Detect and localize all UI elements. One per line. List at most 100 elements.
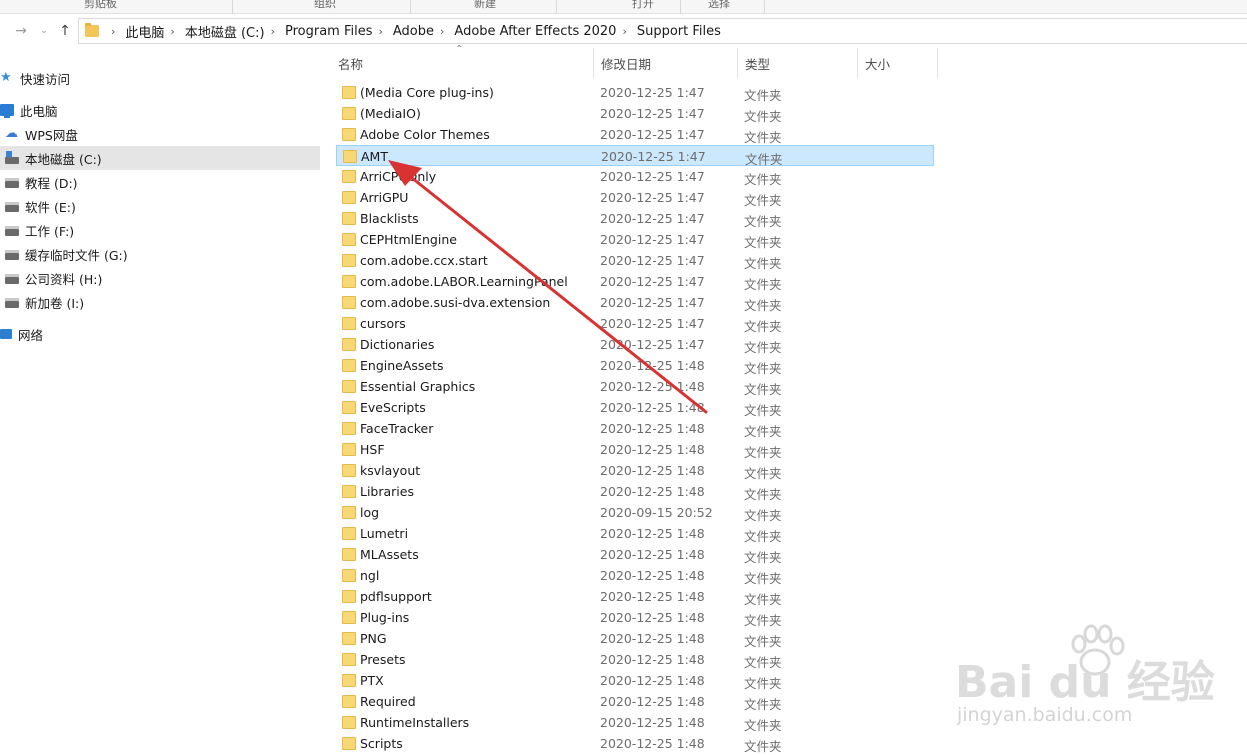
file-name: (Media Core plug-ins) bbox=[360, 85, 494, 100]
file-row[interactable]: CEPHtmlEngine 2020-12-25 1:47 文件夹 bbox=[336, 229, 934, 250]
file-row[interactable]: Dictionaries 2020-12-25 1:47 文件夹 bbox=[336, 334, 934, 355]
sidebar-item-drive-h[interactable]: 公司资料 (H:) bbox=[0, 266, 320, 290]
sidebar-item-wps-cloud[interactable]: ☁ WPS网盘 bbox=[0, 122, 320, 146]
column-header-size[interactable]: 大小 bbox=[858, 48, 938, 78]
chevron-right-icon[interactable]: › bbox=[170, 25, 174, 38]
breadcrumb-adobe[interactable]: Adobe bbox=[393, 24, 434, 39]
ribbon-group-clipboard: 剪贴板 bbox=[84, 0, 117, 10]
file-row[interactable]: FaceTracker 2020-12-25 1:48 文件夹 bbox=[336, 418, 934, 439]
file-type: 文件夹 bbox=[744, 88, 782, 103]
breadcrumb-after-effects[interactable]: Adobe After Effects 2020 bbox=[454, 24, 616, 39]
back-button[interactable]: → bbox=[12, 22, 30, 40]
file-row[interactable]: com.adobe.susi-dva.extension 2020-12-25 1… bbox=[336, 292, 934, 313]
sidebar-item-label: 此电脑 bbox=[20, 103, 58, 119]
folder-icon bbox=[342, 464, 356, 477]
file-row[interactable]: com.adobe.ccx.start 2020-12-25 1:47 文件夹 bbox=[336, 250, 934, 271]
file-row[interactable]: pdflsupport 2020-12-25 1:48 文件夹 bbox=[336, 586, 934, 607]
file-row[interactable]: (MediaIO) 2020-12-25 1:47 文件夹 bbox=[336, 103, 934, 124]
column-header-date[interactable]: 修改日期 bbox=[594, 48, 738, 78]
folder-icon bbox=[85, 23, 99, 37]
file-row[interactable]: Essential Graphics 2020-12-25 1:48 文件夹 bbox=[336, 376, 934, 397]
folder-icon bbox=[342, 737, 356, 750]
file-row[interactable]: Plug-ins 2020-12-25 1:48 文件夹 bbox=[336, 607, 934, 628]
folder-icon bbox=[342, 632, 356, 645]
file-row[interactable]: Scripts 2020-12-25 1:48 文件夹 bbox=[336, 733, 934, 754]
sidebar-item-drive-f[interactable]: 工作 (F:) bbox=[0, 218, 320, 242]
folder-icon bbox=[342, 170, 356, 183]
file-row[interactable]: PNG 2020-12-25 1:48 文件夹 bbox=[336, 628, 934, 649]
file-name: HSF bbox=[360, 442, 385, 457]
drive-icon bbox=[5, 225, 19, 236]
file-row[interactable]: AMT 2020-12-25 1:47 文件夹 bbox=[336, 145, 934, 167]
file-row[interactable]: log 2020-09-15 20:52 文件夹 bbox=[336, 502, 934, 523]
drive-icon bbox=[5, 150, 19, 164]
sidebar-item-label: 快速访问 bbox=[20, 71, 71, 87]
file-type: 文件夹 bbox=[744, 508, 782, 523]
folder-icon bbox=[342, 527, 356, 540]
file-type: 文件夹 bbox=[744, 256, 782, 271]
ribbon-group-labels: 剪贴板 组织 新建 打开 选择 bbox=[0, 0, 1247, 14]
up-button[interactable]: ↑ bbox=[56, 22, 74, 40]
recent-locations-button[interactable]: ⌄ bbox=[35, 22, 53, 40]
folder-icon bbox=[342, 716, 356, 729]
folder-icon bbox=[342, 338, 356, 351]
address-bar[interactable]: › 此电脑 › 本地磁盘 (C:) › Program Files › Adob… bbox=[78, 18, 1247, 44]
file-row[interactable]: MLAssets 2020-12-25 1:48 文件夹 bbox=[336, 544, 934, 565]
file-row[interactable]: Libraries 2020-12-25 1:48 文件夹 bbox=[336, 481, 934, 502]
file-row[interactable]: EveScripts 2020-12-25 1:48 文件夹 bbox=[336, 397, 934, 418]
file-row[interactable]: ArriCPUOnly 2020-12-25 1:47 文件夹 bbox=[336, 166, 934, 187]
file-row[interactable]: ksvlayout 2020-12-25 1:48 文件夹 bbox=[336, 460, 934, 481]
file-modified-date: 2020-12-25 1:48 bbox=[600, 421, 705, 436]
sidebar-item-network[interactable]: 网络 bbox=[0, 322, 320, 346]
file-row[interactable]: HSF 2020-12-25 1:48 文件夹 bbox=[336, 439, 934, 460]
sidebar-item-this-pc[interactable]: 此电脑 bbox=[0, 98, 320, 122]
file-row[interactable]: (Media Core plug-ins) 2020-12-25 1:47 文件夹 bbox=[336, 82, 934, 103]
chevron-right-icon[interactable]: › bbox=[622, 25, 626, 38]
sidebar-item-drive-e[interactable]: 软件 (E:) bbox=[0, 194, 320, 218]
file-row[interactable]: ArriGPU 2020-12-25 1:47 文件夹 bbox=[336, 187, 934, 208]
file-row[interactable]: ngl 2020-12-25 1:48 文件夹 bbox=[336, 565, 934, 586]
file-name: com.adobe.LABOR.LearningPanel bbox=[360, 274, 568, 289]
chevron-right-icon[interactable]: › bbox=[440, 25, 444, 38]
file-modified-date: 2020-12-25 1:48 bbox=[600, 652, 705, 667]
file-type: 文件夹 bbox=[744, 319, 782, 334]
navigation-pane: ★ 快速访问 此电脑 ☁ WPS网盘 本地磁盘 (C:) 教程 (D:) 软件 … bbox=[0, 48, 320, 755]
file-name: ksvlayout bbox=[360, 463, 421, 478]
breadcrumb-program-files[interactable]: Program Files bbox=[285, 24, 373, 39]
file-row[interactable]: Lumetri 2020-12-25 1:48 文件夹 bbox=[336, 523, 934, 544]
sidebar-item-drive-d[interactable]: 教程 (D:) bbox=[0, 170, 320, 194]
file-row[interactable]: PTX 2020-12-25 1:48 文件夹 bbox=[336, 670, 934, 691]
file-name: EveScripts bbox=[360, 400, 426, 415]
file-row[interactable]: RuntimeInstallers 2020-12-25 1:48 文件夹 bbox=[336, 712, 934, 733]
file-row[interactable]: EngineAssets 2020-12-25 1:48 文件夹 bbox=[336, 355, 934, 376]
file-modified-date: 2020-12-25 1:48 bbox=[600, 631, 705, 646]
file-row[interactable]: cursors 2020-12-25 1:47 文件夹 bbox=[336, 313, 934, 334]
file-name: AMT bbox=[361, 149, 388, 164]
file-name: Lumetri bbox=[360, 526, 409, 541]
file-name: Required bbox=[360, 694, 416, 709]
network-icon bbox=[0, 329, 12, 339]
drive-icon bbox=[5, 177, 19, 188]
sidebar-item-quick-access[interactable]: ★ 快速访问 bbox=[0, 66, 320, 90]
sidebar-item-drive-c[interactable]: 本地磁盘 (C:) bbox=[0, 146, 320, 170]
folder-icon bbox=[342, 191, 356, 204]
breadcrumb-support-files[interactable]: Support Files bbox=[637, 24, 721, 39]
file-modified-date: 2020-12-25 1:47 bbox=[600, 106, 705, 121]
file-row[interactable]: Blacklists 2020-12-25 1:47 文件夹 bbox=[336, 208, 934, 229]
column-header-type[interactable]: 类型 bbox=[738, 48, 858, 78]
file-modified-date: 2020-12-25 1:47 bbox=[600, 295, 705, 310]
file-row[interactable]: Presets 2020-12-25 1:48 文件夹 bbox=[336, 649, 934, 670]
chevron-right-icon[interactable]: › bbox=[271, 25, 275, 38]
sidebar-item-drive-i[interactable]: 新加卷 (I:) bbox=[0, 290, 320, 314]
file-row[interactable]: Required 2020-12-25 1:48 文件夹 bbox=[336, 691, 934, 712]
file-modified-date: 2020-12-25 1:47 bbox=[600, 169, 705, 184]
file-row[interactable]: com.adobe.LABOR.LearningPanel 2020-12-25 … bbox=[336, 271, 934, 292]
breadcrumb-this-pc[interactable]: 此电脑 bbox=[125, 22, 164, 41]
sidebar-item-drive-g[interactable]: 缓存临时文件 (G:) bbox=[0, 242, 320, 266]
file-name: com.adobe.ccx.start bbox=[360, 253, 488, 268]
chevron-right-icon[interactable]: › bbox=[378, 25, 382, 38]
breadcrumb-drive-c[interactable]: 本地磁盘 (C:) bbox=[185, 22, 265, 41]
column-header-name[interactable]: 名称 bbox=[331, 48, 594, 78]
file-row[interactable]: Adobe Color Themes 2020-12-25 1:47 文件夹 bbox=[336, 124, 934, 145]
file-name: MLAssets bbox=[360, 547, 419, 562]
